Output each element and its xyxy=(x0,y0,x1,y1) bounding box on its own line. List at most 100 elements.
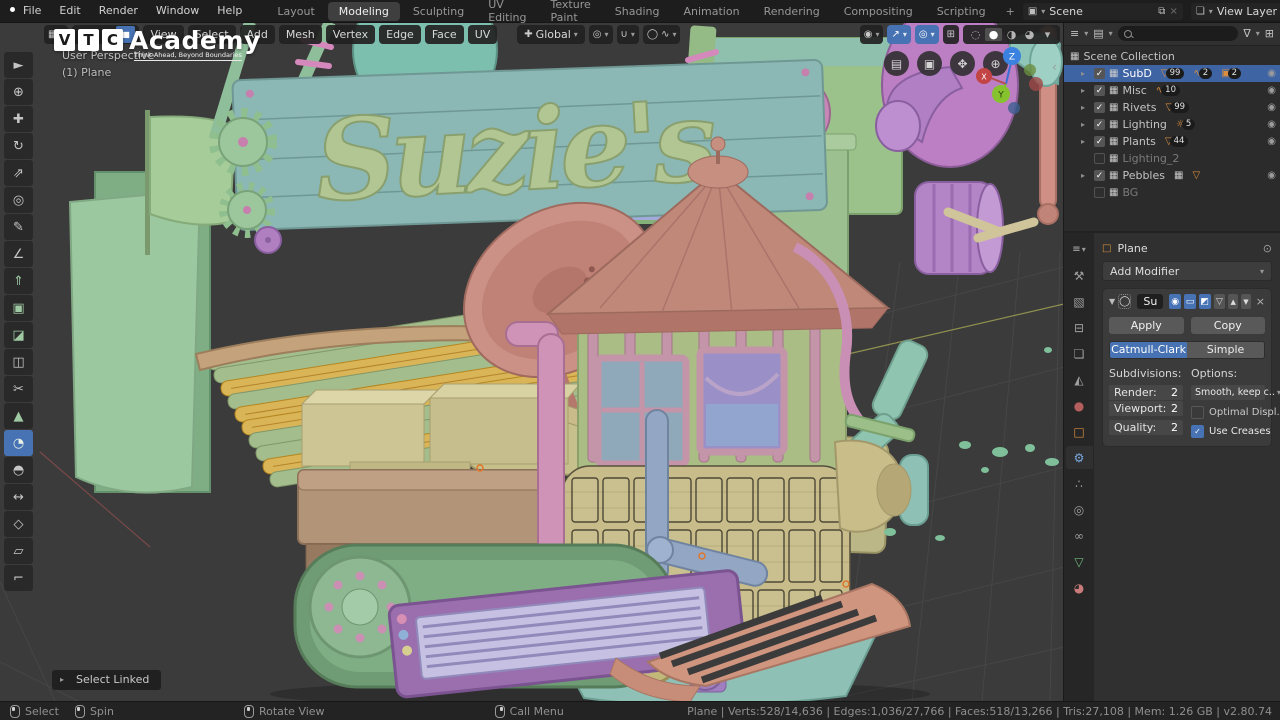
outliner-row-misc[interactable]: ▸ ✓ ▦ Misc ∿ 10 ◉ xyxy=(1064,82,1280,99)
tab-uv-editing[interactable]: UV Editing xyxy=(477,0,537,27)
viewport-3d[interactable]: Suzie's ▦ ■ View Select Add Mesh Vertex … xyxy=(0,22,1064,702)
xray-toggle[interactable]: ⊞ xyxy=(942,25,959,44)
tab-particles[interactable]: ∴ xyxy=(1066,472,1093,495)
checkbox-checked[interactable]: ✓ xyxy=(1094,68,1105,79)
tab-layout[interactable]: Layout xyxy=(266,2,325,21)
sidebar-collapse-arrow[interactable]: ‹ xyxy=(1052,60,1057,74)
tool-cursor[interactable]: ⊕ xyxy=(4,79,33,105)
outliner-search-input[interactable] xyxy=(1117,26,1239,41)
breadcrumb-object-name[interactable]: Plane xyxy=(1117,242,1147,255)
tab-physics[interactable]: ◎ xyxy=(1066,498,1093,521)
tool-move[interactable]: ✚ xyxy=(4,106,33,132)
menu-edit[interactable]: Edit xyxy=(50,0,89,22)
tool-shear[interactable]: ▱ xyxy=(4,538,33,564)
menu-face[interactable]: Face xyxy=(424,25,464,44)
eye-icon[interactable]: ◉ xyxy=(1267,68,1276,79)
checkbox-unchecked[interactable] xyxy=(1094,153,1105,164)
tab-sculpting[interactable]: Sculpting xyxy=(402,2,475,21)
model-horn-khaki[interactable] xyxy=(833,439,929,533)
tool-transform[interactable]: ◎ xyxy=(4,187,33,213)
pin-icon[interactable]: ⊙ xyxy=(1263,242,1272,255)
tab-scene[interactable]: ◭ xyxy=(1066,368,1093,391)
tab-world[interactable]: ● xyxy=(1066,394,1093,417)
rendered-shading-button[interactable]: ◕ xyxy=(1021,28,1038,41)
move-down-button[interactable]: ▼ xyxy=(1241,294,1251,309)
menu-window[interactable]: Window xyxy=(147,0,208,22)
expand-arrow-icon[interactable]: ▸ xyxy=(1081,120,1090,129)
render-field[interactable]: Render: 2 xyxy=(1109,385,1183,400)
add-modifier-dropdown[interactable]: Add Modifier ▾ xyxy=(1102,261,1272,281)
copy-icon[interactable]: ⧉ xyxy=(1158,6,1165,17)
overlays-toggle[interactable]: ◎ ▾ xyxy=(914,25,939,44)
tool-select-box[interactable]: ► xyxy=(4,52,33,78)
transform-orientation[interactable]: ✚ Global ▾ xyxy=(517,25,585,44)
tab-animation[interactable]: Animation xyxy=(672,2,750,21)
menu-uv[interactable]: UV xyxy=(467,25,498,44)
tab-render[interactable]: ▧ xyxy=(1066,290,1093,313)
navigation-gizmo[interactable]: Z X Y xyxy=(972,44,1044,116)
expand-arrow-icon[interactable]: ▸ xyxy=(1081,86,1090,95)
tab-tool[interactable]: ⚒ xyxy=(1066,264,1093,287)
display-mode-icon[interactable]: ≡ xyxy=(1070,27,1079,40)
outliner-row-bg[interactable]: ▦ BG xyxy=(1064,184,1280,201)
tool-poly-build[interactable]: ▲ xyxy=(4,403,33,429)
show-gizmo-toggle[interactable]: ◉ ▾ xyxy=(859,25,884,44)
edit-mode-toggle[interactable]: ◩ xyxy=(1198,294,1211,309)
material-shading-button[interactable]: ◑ xyxy=(1003,28,1020,41)
filter-funnel-icon[interactable]: ∇ xyxy=(1243,27,1250,40)
menu-vertex[interactable]: Vertex xyxy=(325,25,376,44)
on-cage-toggle[interactable]: ▽ xyxy=(1213,294,1226,309)
eye-icon[interactable]: ◉ xyxy=(1267,119,1276,130)
tab-constraints[interactable]: ∞ xyxy=(1066,524,1093,547)
optimal-display-checkbox[interactable] xyxy=(1191,406,1204,419)
simple-button[interactable]: Simple xyxy=(1187,342,1264,358)
tab-object-data[interactable]: ▽ xyxy=(1066,550,1093,573)
quality-field[interactable]: Quality: 2 xyxy=(1109,420,1183,435)
tool-rotate[interactable]: ↻ xyxy=(4,133,33,159)
editor-type-selector[interactable]: ≡ ▾ xyxy=(1066,238,1093,261)
tool-inset-faces[interactable]: ▣ xyxy=(4,295,33,321)
gizmos-toggle[interactable]: ↗ ▾ xyxy=(887,25,911,44)
outliner-row-pebbles[interactable]: ▸ ✓ ▦ Pebbles ▦ ▽ ◉ xyxy=(1064,167,1280,184)
close-icon[interactable]: × xyxy=(1169,6,1177,17)
pivot-point[interactable]: ◎ ▾ xyxy=(588,25,613,44)
expand-arrow-icon[interactable]: ▸ xyxy=(1081,103,1090,112)
outliner-root-row[interactable]: ▦ Scene Collection xyxy=(1064,48,1280,65)
perspective-toggle-button[interactable]: ▤ xyxy=(884,51,909,76)
render-visibility-toggle[interactable]: ◉ xyxy=(1169,294,1182,309)
tool-measure[interactable]: ∠ xyxy=(4,241,33,267)
gizmo-z-label[interactable]: Z xyxy=(1009,53,1015,63)
outliner-row-lighting2[interactable]: ▦ Lighting_2 xyxy=(1064,150,1280,167)
eye-icon[interactable]: ◉ xyxy=(1267,170,1276,181)
tool-bevel[interactable]: ◪ xyxy=(4,322,33,348)
gizmo-y-label[interactable]: Y xyxy=(997,91,1004,101)
eye-icon[interactable]: ◉ xyxy=(1267,102,1276,113)
snapping[interactable]: ∪ ▾ xyxy=(616,25,639,44)
tool-knife[interactable]: ✂ xyxy=(4,376,33,402)
apply-button[interactable]: Apply xyxy=(1109,317,1184,334)
tool-edge-slide[interactable]: ↔ xyxy=(4,484,33,510)
filter-type-icon[interactable]: ▤ xyxy=(1093,27,1103,40)
view-layer-selector[interactable]: ❏ ▾ View Layer ⧉ × xyxy=(1190,2,1280,20)
tool-smooth[interactable]: ◓ xyxy=(4,457,33,483)
add-workspace-button[interactable]: + xyxy=(999,2,1022,21)
tool-scale[interactable]: ⇗ xyxy=(4,160,33,186)
checkbox-unchecked[interactable] xyxy=(1094,187,1105,198)
viewport-visibility-toggle[interactable]: ▭ xyxy=(1184,294,1196,309)
gizmo-x-label[interactable]: X xyxy=(981,73,987,82)
tab-modeling[interactable]: Modeling xyxy=(327,1,400,21)
viewport-scene[interactable]: Suzie's xyxy=(0,22,1064,702)
tab-rendering[interactable]: Rendering xyxy=(753,2,831,21)
outliner-row-plants[interactable]: ▸ ✓ ▦ Plants ▽ 44 ◉ xyxy=(1064,133,1280,150)
expand-arrow-icon[interactable]: ▸ xyxy=(1081,137,1090,146)
expand-arrow-icon[interactable]: ▸ xyxy=(1081,171,1090,180)
model-tower[interactable] xyxy=(570,318,854,471)
checkbox-checked[interactable]: ✓ xyxy=(1094,170,1105,181)
checkbox-checked[interactable]: ✓ xyxy=(1094,119,1105,130)
outliner-row-subd[interactable]: ▸ ✓ ▦ SubD ▽ 99 ∿ 2 ▣ 2 ◉ xyxy=(1064,65,1280,82)
viewport-field[interactable]: Viewport: 2 xyxy=(1109,401,1183,416)
tool-extrude-region[interactable]: ⇑ xyxy=(4,268,33,294)
modifier-name-field[interactable]: Su xyxy=(1137,294,1164,309)
tool-annotate[interactable]: ✎ xyxy=(4,214,33,240)
solid-shading-button[interactable]: ● xyxy=(985,28,1002,41)
